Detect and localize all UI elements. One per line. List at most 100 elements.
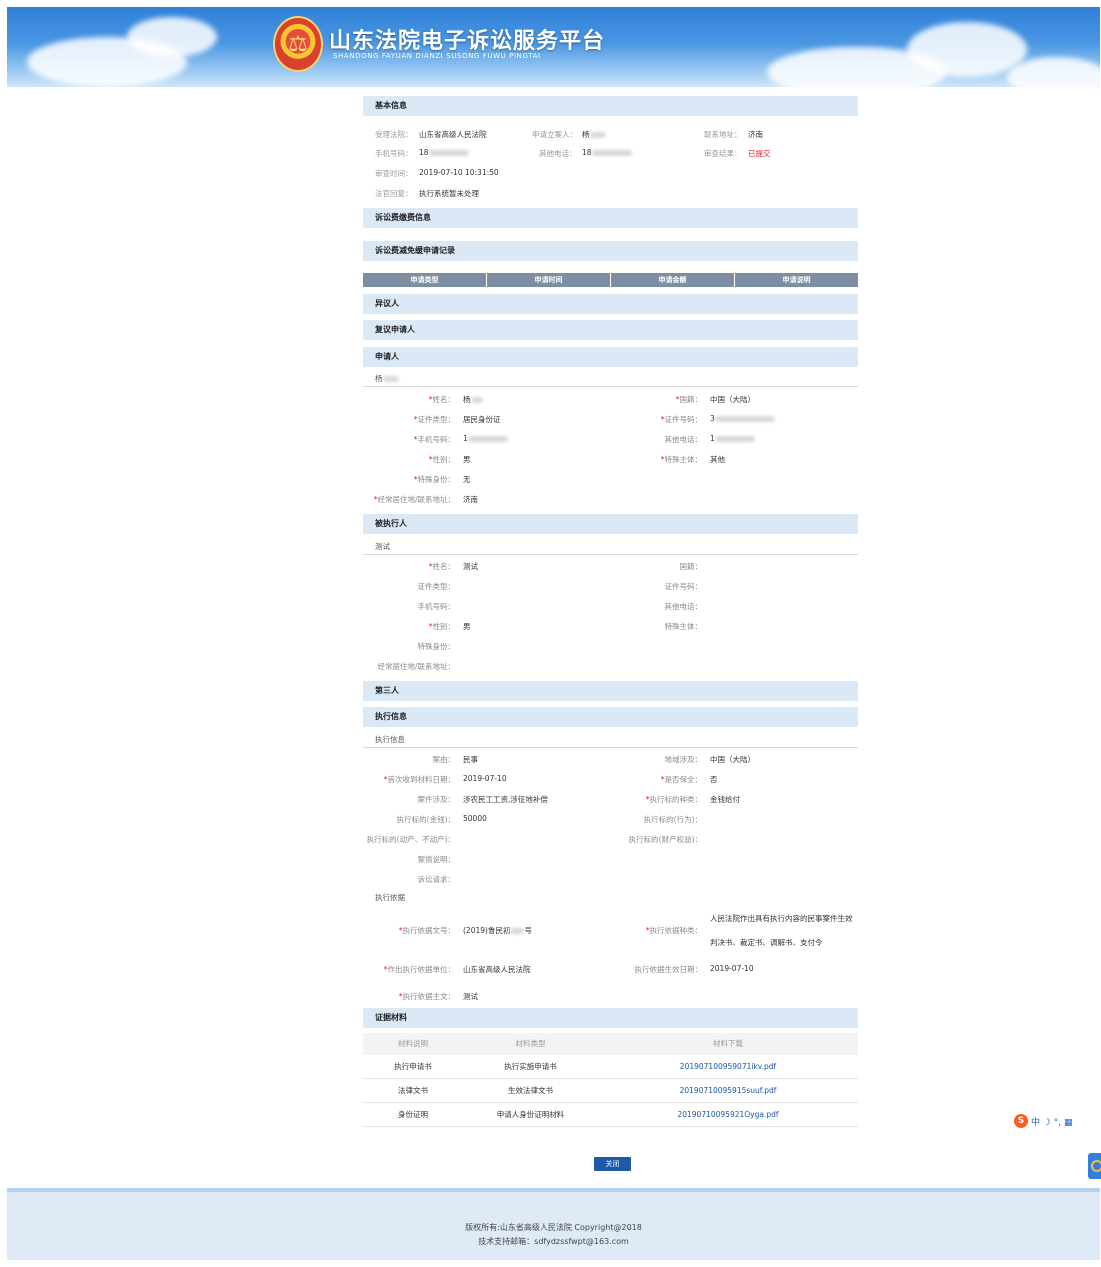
other-phone-value: 1 [710, 434, 755, 443]
evidence-table: 材料说明 材料类型 材料下载 执行申请书 执行实施申请书 20190710095… [363, 1033, 858, 1127]
sogou-icon: S [1014, 1114, 1028, 1128]
site-subtitle: SHANDONG FAYUAN DIANZI SUSONG FUWU PINGT… [333, 52, 541, 60]
status-badge: 已提交 [748, 149, 771, 158]
close-button[interactable]: 关闭 [594, 1157, 631, 1171]
basis-number-value: (2019)鲁民初号 [463, 926, 532, 935]
name-label: *姓名： [428, 395, 455, 404]
column-header: 材料下载 [713, 1039, 743, 1048]
special-subject-value: 其他 [710, 455, 725, 464]
section-applicant: 申请人 [363, 347, 858, 367]
evidence-download-link[interactable]: 20190710095921Oyga.pdf [598, 1103, 858, 1126]
target-kind-value: 金钱给付 [710, 795, 740, 804]
evidence-type: 执行实施申请书 [504, 1062, 557, 1071]
evidence-download-link[interactable]: 20190710095915suuf.pdf [598, 1079, 858, 1102]
residence-label: *经常居住地/联系地址： [373, 495, 455, 504]
applicant-label: 申请立案人： [532, 130, 577, 139]
site-footer: 版权所有:山东省高级人民法院 Copyright@2018 技术支持邮箱：sdf… [7, 1188, 1100, 1260]
execution-subheader: 执行信息 [363, 734, 858, 748]
basis-date-label: 执行依据生效日期： [634, 965, 703, 974]
basis-date-value: 2019-07-10 [710, 964, 754, 973]
other-phone-label: 其他电话： [664, 435, 703, 444]
region-label: 地域涉及： [664, 755, 703, 764]
id-type-label: 证件类型： [417, 582, 456, 591]
address-value: 济南 [748, 130, 763, 139]
residence-label: 经常居住地/联系地址： [377, 662, 455, 671]
basis-text-label: *执行依据主文： [398, 992, 455, 1001]
side-widget-icon[interactable] [1088, 1153, 1101, 1179]
gender-label: *性别： [428, 622, 455, 631]
court-value: 山东省高级人民法院 [419, 130, 487, 139]
id-number-label: *证件号码： [660, 415, 702, 424]
ime-toolbar[interactable]: S 中 ☽ °, ▦ [1014, 1114, 1073, 1128]
gender-value: 男 [463, 455, 471, 464]
section-execution-info: 执行信息 [363, 707, 858, 727]
reply-value: 执行系统暂未处理 [419, 189, 479, 198]
name-value: 测试 [463, 562, 478, 571]
nationality-label: *国籍： [675, 395, 702, 404]
table-row: 身份证明 申请人身份证明材料 20190710095921Oyga.pdf [363, 1103, 858, 1127]
id-number-label: 证件号码： [664, 582, 703, 591]
other-phone-label: 其他电话： [539, 149, 577, 158]
result-label: 审查结果： [704, 149, 742, 158]
evidence-desc: 执行申请书 [394, 1062, 432, 1071]
section-evidence: 证据材料 [363, 1008, 858, 1028]
column-header: 申请金额 [611, 273, 735, 287]
column-header: 材料类型 [515, 1039, 546, 1048]
column-header: 申请时间 [487, 273, 611, 287]
mobile-value: 1 [463, 434, 508, 443]
site-title: 山东法院电子诉讼服务平台 [329, 29, 606, 54]
cause-value: 民事 [463, 755, 478, 764]
basis-kind-value-line2: 判决书、裁定书、调解书、支付令 [710, 938, 823, 947]
column-header: 材料说明 [398, 1039, 428, 1048]
reply-label: 法官回复： [375, 189, 413, 198]
target-money-label: 执行标的(金钱)： [396, 815, 455, 824]
special-subject-label: *特殊主体： [660, 455, 702, 464]
table-row: 执行申请书 执行实施申请书 201907100959071ikv.pdf [363, 1055, 858, 1079]
case-desc-label: 案情说明： [417, 855, 456, 864]
case-involve-value: 涉农民工工资,涉征地补偿 [463, 795, 548, 804]
evidence-type: 生效法律文书 [508, 1086, 553, 1095]
section-fee-info: 诉讼费缴费信息 [363, 208, 858, 228]
gender-label: *性别： [428, 455, 455, 464]
evidence-desc: 身份证明 [398, 1110, 428, 1119]
applicant-value: 杨 [582, 129, 606, 140]
evidence-download-link[interactable]: 201907100959071ikv.pdf [598, 1055, 858, 1078]
basis-text-value: 测试 [463, 992, 478, 1001]
address-label: 联系地址： [704, 130, 742, 139]
column-header: 申请说明 [782, 276, 811, 284]
id-type-value: 居民身份证 [463, 415, 501, 424]
section-objector: 异议人 [363, 294, 858, 314]
cause-label: 案由： [432, 755, 456, 764]
preserve-label: *是否保全： [660, 775, 702, 784]
evidence-table-header: 材料说明 材料类型 材料下载 [363, 1033, 858, 1055]
section-basic-info: 基本信息 [363, 96, 858, 116]
basis-unit-value: 山东省高级人民法院 [463, 965, 531, 974]
basis-unit-label: *作出执行依据单位： [383, 965, 455, 974]
name-label: *姓名： [428, 562, 455, 571]
region-value: 中国（大陆） [710, 755, 755, 764]
preserve-value: 否 [710, 775, 718, 784]
gender-value: 男 [463, 622, 471, 631]
id-type-label: *证件类型： [413, 415, 455, 424]
reduce-table-header: 申请类型 申请时间 申请金额 申请说明 [363, 273, 858, 287]
mobile-label: 手机号码： [417, 602, 456, 611]
phone-value: 18 [419, 148, 469, 157]
id-number-value: 3 [710, 414, 775, 423]
first-date-value: 2019-07-10 [463, 774, 507, 783]
section-third-party: 第三人 [363, 681, 858, 701]
basis-number-label: *执行依据文号： [398, 926, 455, 935]
other-phone-label: 其他电话： [664, 602, 703, 611]
first-date-label: *首次收到材料日期： [383, 775, 455, 784]
cloud-decoration [127, 17, 217, 57]
table-row: 法律文书 生效法律文书 20190710095915suuf.pdf [363, 1079, 858, 1103]
court-label: 受理法院： [375, 130, 413, 139]
target-kind-label: *执行标的种类： [645, 795, 702, 804]
site-header: ⚖ 山东法院电子诉讼服务平台 SHANDONG FAYUAN DIANZI SU… [7, 7, 1100, 87]
residence-value: 济南 [463, 495, 478, 504]
basis-subheader: 执行依据 [375, 893, 405, 902]
target-money-value: 50000 [463, 814, 487, 823]
review-time-label: 审查时间： [375, 169, 413, 178]
target-property-label: 执行标的(财产权益)： [628, 835, 702, 844]
target-action-label: 执行标的(行为)： [643, 815, 702, 824]
review-time-value: 2019-07-10 10:31:50 [419, 168, 499, 177]
